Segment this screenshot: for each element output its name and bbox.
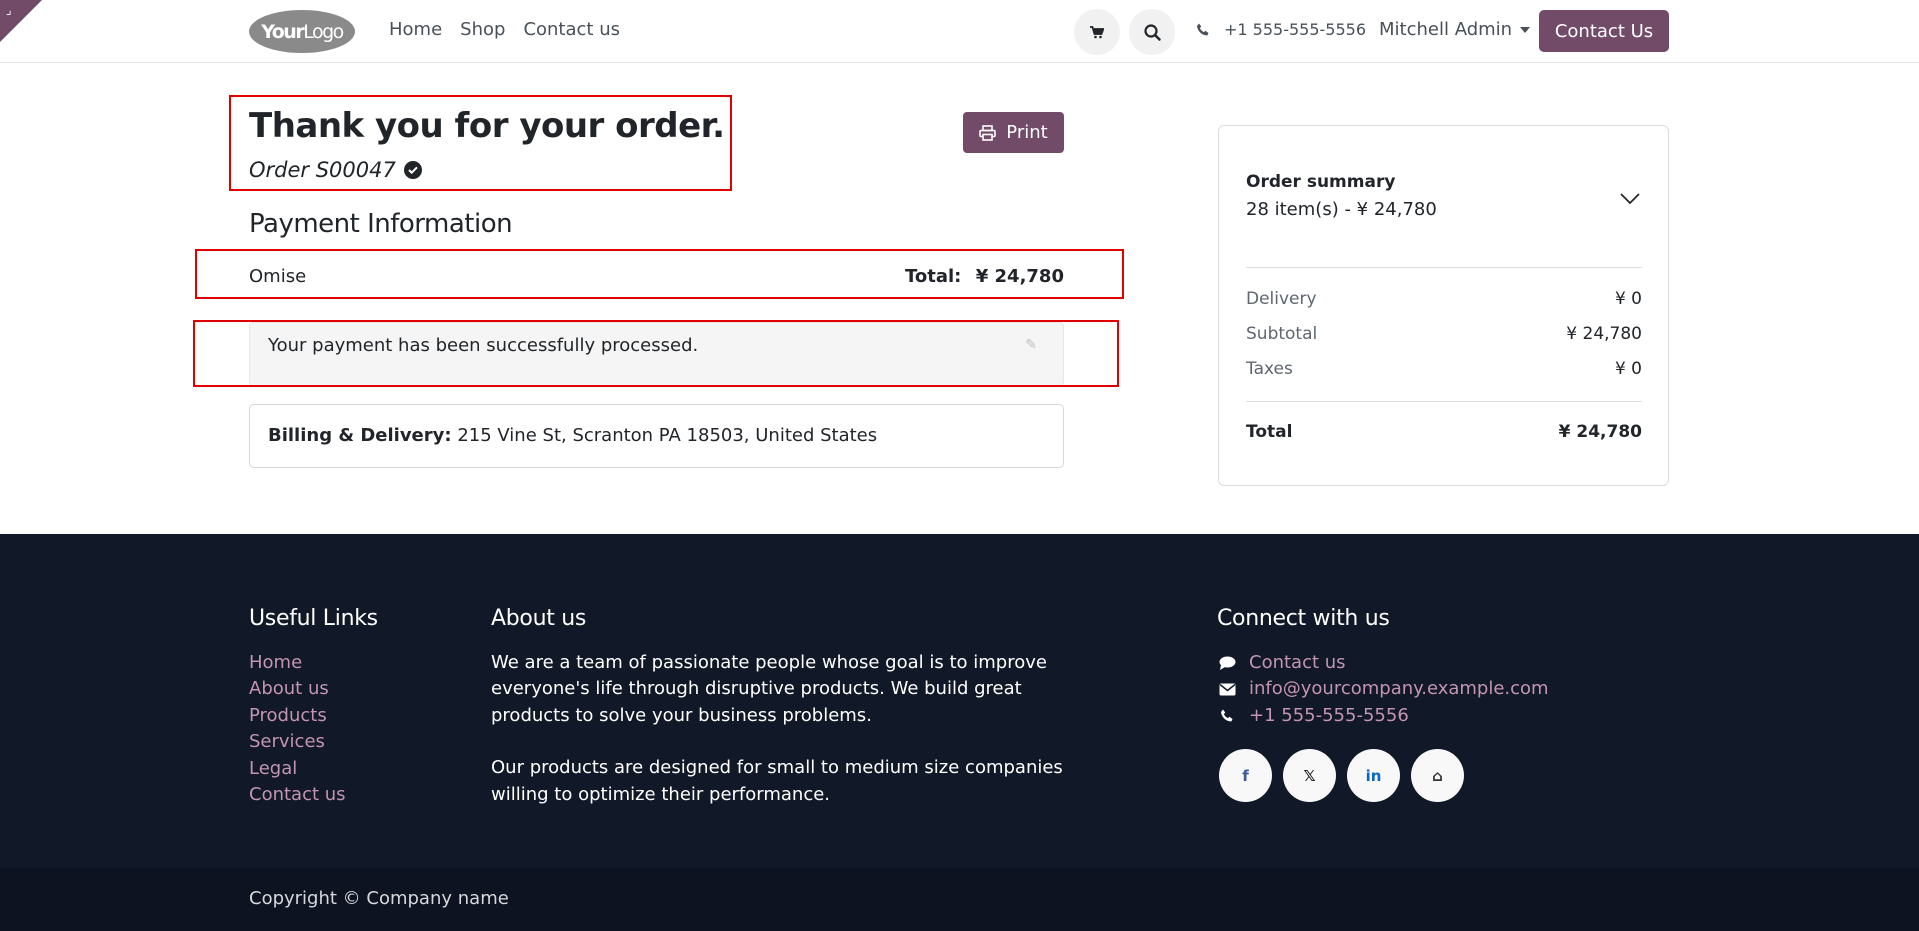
footer-phone-text: +1 555-555-5556 — [1249, 704, 1409, 726]
copyright-bar: Copyright © Company name — [0, 868, 1919, 931]
user-menu[interactable]: Mitchell Admin — [1379, 19, 1531, 40]
payment-total-value: ¥ 24,780 — [975, 266, 1064, 287]
summary-line-taxes: Taxes ¥ 0 — [1246, 359, 1642, 379]
x-twitter-icon[interactable]: 𝕏 — [1283, 749, 1336, 802]
chevron-down-icon[interactable] — [1620, 190, 1640, 209]
connect-heading: Connect with us — [1217, 606, 1390, 631]
payment-success-alert: Your payment has been successfully proce… — [249, 322, 1064, 386]
footer-link-contact-us[interactable]: Contact us — [249, 782, 346, 808]
summary-subtitle: 28 item(s) - ¥ 24,780 — [1246, 199, 1437, 220]
footer-link-legal[interactable]: Legal — [249, 756, 346, 782]
about-paragraph-2: Our products are designed for small to m… — [491, 757, 1063, 805]
print-label: Print — [1006, 122, 1048, 143]
site-footer: Useful Links Home About us Products Serv… — [0, 534, 1919, 868]
search-button[interactable] — [1129, 9, 1175, 55]
about-paragraph-1: We are a team of passionate people whose… — [491, 652, 1047, 726]
summary-line-value: ¥ 0 — [1614, 359, 1642, 379]
page-title: Thank you for your order. — [249, 106, 725, 146]
phone-icon — [1197, 23, 1209, 35]
contact-us-button[interactable]: Contact Us — [1539, 10, 1669, 52]
summary-total: Total ¥ 24,780 — [1246, 422, 1642, 442]
alert-text: Your payment has been successfully proce… — [268, 335, 699, 356]
site-header: Your Logo Home Shop Contact us +1 555-555… — [0, 0, 1919, 63]
about-us-text: We are a team of passionate people whose… — [491, 650, 1081, 808]
cart-button[interactable] — [1074, 9, 1120, 55]
about-us-heading: About us — [491, 606, 587, 631]
summary-line-subtotal: Subtotal ¥ 24,780 — [1246, 324, 1642, 344]
footer-email-text: info@yourcompany.example.com — [1249, 678, 1549, 700]
summary-line-delivery: Delivery ¥ 0 — [1246, 289, 1642, 309]
address-label: Billing & Delivery: — [268, 425, 452, 446]
logo-text-bold: Your — [261, 20, 304, 43]
summary-divider — [1246, 267, 1642, 268]
print-button[interactable]: Print — [963, 112, 1064, 153]
order-summary-card: Order summary 28 item(s) - ¥ 24,780 Deli… — [1218, 125, 1669, 486]
footer-email-link[interactable]: info@yourcompany.example.com — [1217, 676, 1549, 702]
footer-contact-text: Contact us — [1249, 652, 1346, 673]
phone-icon — [1217, 709, 1237, 723]
footer-link-products[interactable]: Products — [249, 703, 346, 729]
payment-row: Omise Total: ¥ 24,780 — [249, 263, 1064, 291]
check-circle-icon — [403, 161, 422, 179]
connect-list: Contact us info@yourcompany.example.com … — [1217, 650, 1549, 729]
order-number: Order S00047 — [249, 158, 422, 182]
summary-line-label: Subtotal — [1246, 324, 1318, 344]
corner-icon: ⌟ — [6, 3, 12, 17]
chat-icon — [1217, 656, 1237, 671]
close-icon[interactable]: ✎ — [1025, 337, 1037, 353]
order-number-text: Order S00047 — [249, 158, 396, 182]
envelope-icon — [1217, 683, 1237, 696]
linkedin-icon[interactable]: in — [1347, 749, 1400, 802]
address-value: 215 Vine St, Scranton PA 18503, United S… — [457, 425, 878, 446]
site-logo[interactable]: Your Logo — [249, 10, 355, 53]
footer-link-home[interactable]: Home — [249, 650, 346, 676]
print-icon — [979, 124, 997, 141]
summary-total-value: ¥ 24,780 — [1558, 422, 1642, 442]
cart-icon — [1090, 25, 1104, 38]
logo-text-rest: Logo — [303, 20, 344, 43]
social-links: f 𝕏 in ⌂ — [1219, 749, 1464, 802]
footer-link-services[interactable]: Services — [249, 729, 346, 755]
chevron-down-icon — [1520, 26, 1531, 33]
nav-contact-us[interactable]: Contact us — [523, 19, 620, 40]
summary-title: Order summary — [1246, 172, 1396, 192]
summary-line-value: ¥ 0 — [1614, 289, 1642, 309]
payment-total-label: Total: — [905, 266, 962, 287]
summary-line-label: Delivery — [1246, 289, 1317, 309]
home-icon[interactable]: ⌂ — [1411, 749, 1464, 802]
main-nav: Home Shop Contact us — [389, 19, 620, 40]
nav-home[interactable]: Home — [389, 19, 442, 40]
footer-phone-link[interactable]: +1 555-555-5556 — [1217, 703, 1549, 729]
summary-total-label: Total — [1246, 422, 1293, 442]
useful-links-list: Home About us Products Services Legal Co… — [249, 650, 346, 808]
user-name: Mitchell Admin — [1379, 19, 1513, 40]
summary-line-value: ¥ 24,780 — [1566, 324, 1642, 344]
footer-link-about-us[interactable]: About us — [249, 676, 346, 702]
useful-links-heading: Useful Links — [249, 606, 378, 631]
header-phone[interactable]: +1 555-555-5556 — [1196, 20, 1366, 39]
search-icon — [1143, 23, 1161, 41]
summary-divider — [1246, 401, 1642, 402]
billing-delivery-box: Billing & Delivery: 215 Vine St, Scranto… — [249, 404, 1064, 468]
footer-contact-link[interactable]: Contact us — [1217, 650, 1549, 676]
payment-method: Omise — [249, 266, 307, 287]
facebook-icon[interactable]: f — [1219, 749, 1272, 802]
payment-information-heading: Payment Information — [249, 209, 513, 239]
summary-line-label: Taxes — [1246, 359, 1293, 379]
header-phone-text: +1 555-555-5556 — [1224, 20, 1367, 39]
copyright-text: Copyright © Company name — [249, 888, 509, 909]
nav-shop[interactable]: Shop — [460, 19, 505, 40]
